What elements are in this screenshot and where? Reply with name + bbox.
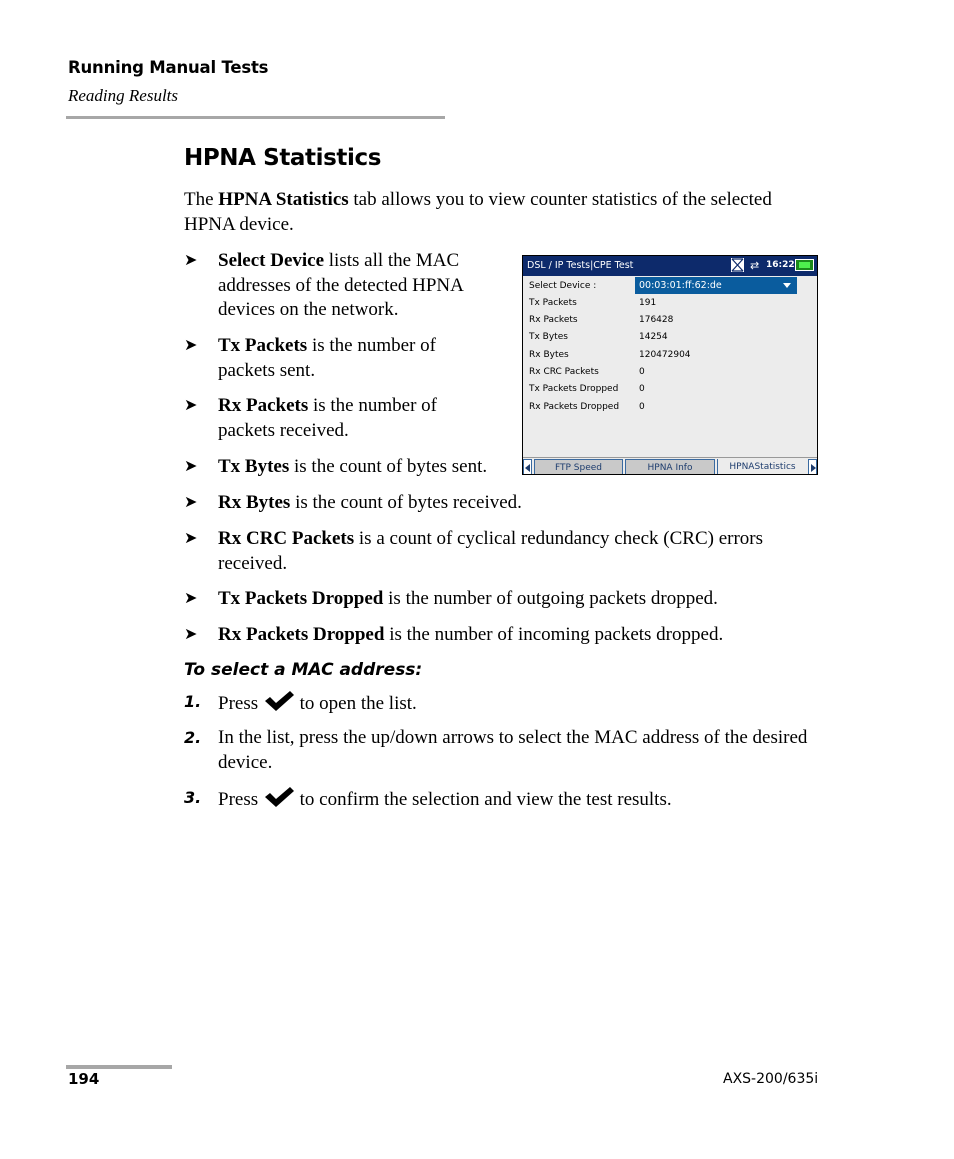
stat-value: 120472904 xyxy=(639,350,691,360)
stat-label: Rx Packets xyxy=(529,315,578,325)
stat-value: 0 xyxy=(639,384,645,394)
no-signal-icon xyxy=(731,258,744,272)
step-number: 1. xyxy=(184,692,202,711)
step-text: In the list, press the up/down arrows to… xyxy=(218,727,808,773)
bullet-arrow-icon: ➤ xyxy=(184,397,198,414)
stat-value: 176428 xyxy=(639,315,674,325)
section-subtitle: Reading Results xyxy=(68,86,179,105)
dropdown-caret-icon[interactable] xyxy=(783,283,791,288)
bullet-text: is the count of bytes received. xyxy=(290,492,522,513)
bullet-arrow-icon: ➤ xyxy=(184,626,198,643)
select-device-label: Select Device : xyxy=(529,281,597,291)
bullet-text: is the count of bytes sent. xyxy=(289,456,488,477)
bullet-text: is the number of outgoing packets droppe… xyxy=(383,588,718,609)
bullet-text: is the number of incoming packets droppe… xyxy=(384,624,724,645)
tab-hpna-statistics[interactable]: HPNAStatistics xyxy=(717,459,807,474)
stat-label: Rx CRC Packets xyxy=(529,367,599,377)
step-text-post: to open the list. xyxy=(294,693,417,714)
device-screenshot: DSL / IP Tests|CPE Test ⇄ 16:22 Select D… xyxy=(522,255,818,475)
stat-label: Tx Bytes xyxy=(529,332,568,342)
step-text-pre: Press xyxy=(218,693,263,714)
stat-label: Tx Packets xyxy=(529,298,577,308)
step-text-pre: Press xyxy=(218,789,263,810)
select-device-dropdown[interactable]: 00:03:01:ff:62:de xyxy=(635,277,797,294)
footer-divider xyxy=(66,1065,172,1069)
battery-icon xyxy=(795,259,814,271)
step-number: 2. xyxy=(184,728,202,747)
intro-paragraph: The HPNA Statistics tab allows you to vi… xyxy=(184,188,784,237)
stat-value: 191 xyxy=(639,298,657,308)
intro-text-bold: HPNA Statistics xyxy=(218,189,349,210)
device-tab-bar: FTP Speed HPNA Info HPNAStatistics xyxy=(523,457,817,474)
stat-label: Tx Packets Dropped xyxy=(529,384,619,394)
bullet-term: Rx CRC Packets xyxy=(218,528,355,549)
bullet-arrow-icon: ➤ xyxy=(184,458,198,475)
stat-value: 14254 xyxy=(639,332,668,342)
selected-mac: 00:03:01:ff:62:de xyxy=(639,280,722,291)
tab-ftp-speed[interactable]: FTP Speed xyxy=(534,459,623,474)
bullet-term: Tx Packets Dropped xyxy=(218,588,384,609)
bullet-term: Tx Bytes xyxy=(218,456,290,477)
device-title-bar: DSL / IP Tests|CPE Test ⇄ 16:22 xyxy=(523,256,817,276)
tab-scroll-right-icon[interactable] xyxy=(808,459,817,474)
bullet-term: Tx Packets xyxy=(218,335,308,356)
bullet-arrow-icon: ➤ xyxy=(184,530,198,547)
bullet-arrow-icon: ➤ xyxy=(184,590,198,607)
page-number: 194 xyxy=(68,1070,100,1088)
bullet-arrow-icon: ➤ xyxy=(184,494,198,511)
step-number: 3. xyxy=(184,788,202,807)
clock-time: 16:22 xyxy=(766,260,795,270)
bullet-arrow-icon: ➤ xyxy=(184,337,198,354)
stat-value: 0 xyxy=(639,402,645,412)
bullet-term: Select Device xyxy=(218,250,325,271)
section-title: HPNA Statistics xyxy=(184,145,382,171)
stat-label: Rx Bytes xyxy=(529,350,569,360)
product-model: AXS-200/635i xyxy=(723,1071,819,1087)
intro-text-pre: The xyxy=(184,189,219,210)
procedure-title: To select a MAC address: xyxy=(184,660,423,680)
stat-value: 0 xyxy=(639,367,645,377)
header-divider xyxy=(66,116,445,119)
step-text-post: to confirm the selection and view the te… xyxy=(294,789,672,810)
checkmark-icon xyxy=(264,691,294,711)
tab-scroll-left-icon[interactable] xyxy=(523,459,532,474)
stat-label: Rx Packets Dropped xyxy=(529,402,620,412)
checkmark-icon xyxy=(264,787,294,807)
bullet-term: Rx Bytes xyxy=(218,492,291,513)
device-title: DSL / IP Tests|CPE Test xyxy=(527,260,634,271)
chapter-title: Running Manual Tests xyxy=(68,58,269,77)
bullet-term: Rx Packets xyxy=(218,395,309,416)
network-activity-icon: ⇄ xyxy=(750,259,760,272)
tab-hpna-info[interactable]: HPNA Info xyxy=(625,459,715,474)
bullet-term: Rx Packets Dropped xyxy=(218,624,385,645)
bullet-arrow-icon: ➤ xyxy=(184,252,198,269)
